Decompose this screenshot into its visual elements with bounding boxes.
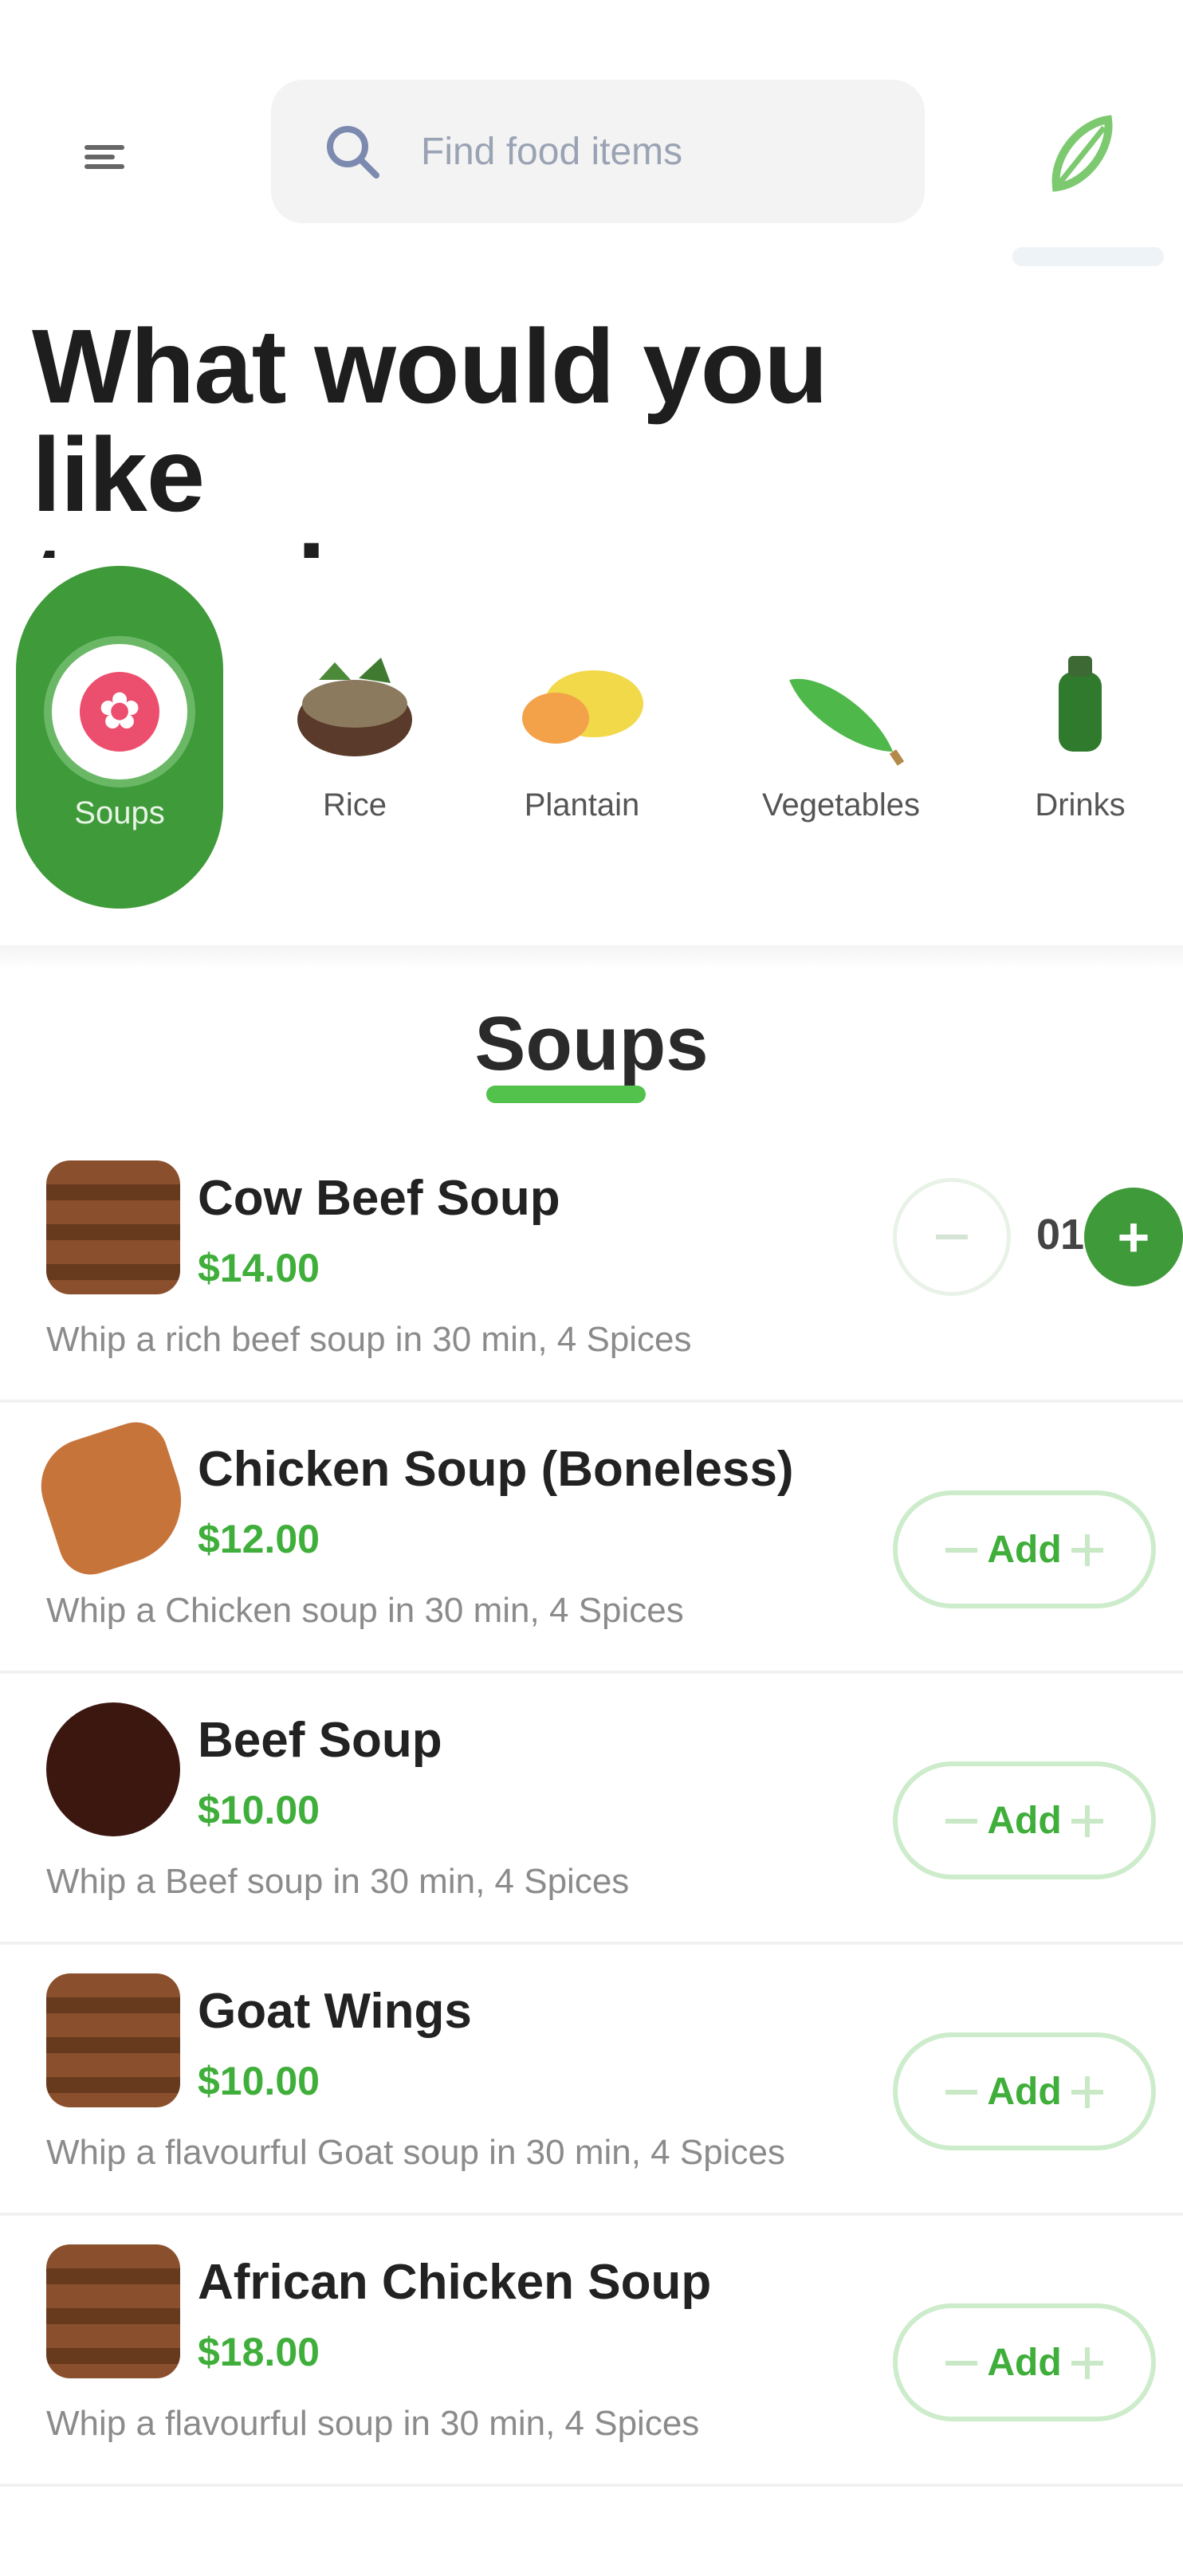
food-thumbnail <box>46 1702 180 1836</box>
add-label: Add <box>987 1799 1062 1842</box>
item-name: Chicken Soup (Boneless) <box>198 1442 794 1497</box>
plus-icon <box>1071 2076 1103 2108</box>
list-item[interactable]: African Chicken Soup $18.00 Whip a flavo… <box>0 2216 1183 2487</box>
green-vegetable-icon <box>769 644 913 772</box>
minus-icon <box>945 2090 977 2095</box>
food-thumbnail <box>46 1160 180 1294</box>
add-button[interactable]: Add <box>893 2032 1156 2150</box>
category-drinks[interactable]: Drinks <box>988 558 1172 909</box>
category-vegetables[interactable]: Vegetables <box>717 558 965 909</box>
soup-bowl-icon: ✿ <box>52 643 187 779</box>
item-price: $18.00 <box>198 2330 320 2374</box>
category-soups[interactable]: ✿ Soups <box>16 566 223 909</box>
item-description: Whip a flavourful soup in 30 min, 4 Spic… <box>46 2404 700 2443</box>
food-list: Cow Beef Soup $14.00 Whip a rich beef so… <box>0 1132 1183 2487</box>
list-item[interactable]: Chicken Soup (Boneless) $12.00 Whip a Ch… <box>0 1403 1183 1674</box>
category-label: Soups <box>74 795 165 831</box>
add-button[interactable]: Add <box>893 1490 1156 1608</box>
category-rice[interactable]: Rice <box>263 558 446 909</box>
plus-icon <box>1071 1805 1103 1837</box>
decrease-button[interactable] <box>893 1178 1011 1296</box>
category-plantain[interactable]: Plantain <box>486 558 678 909</box>
category-carousel: ✿ Soups Rice Plantain Vegetables Drinks <box>0 558 1183 969</box>
item-price: $10.00 <box>198 1788 320 1832</box>
food-thumbnail <box>46 1973 180 2107</box>
item-name: Cow Beef Soup <box>198 1171 560 1226</box>
item-description: Whip a rich beef soup in 30 min, 4 Spice… <box>46 1320 692 1359</box>
plus-icon: + <box>1117 1206 1150 1268</box>
item-name: Beef Soup <box>198 1713 442 1768</box>
category-label: Plantain <box>524 787 640 823</box>
drink-bottle-icon <box>1008 644 1152 772</box>
minus-icon <box>945 1819 977 1824</box>
menu-icon <box>84 145 124 169</box>
category-label: Rice <box>322 787 387 823</box>
item-description: Whip a Chicken soup in 30 min, 4 Spices <box>46 1591 684 1630</box>
item-description: Whip a flavourful Goat soup in 30 min, 4… <box>46 2133 785 2172</box>
add-label: Add <box>987 2070 1062 2113</box>
list-item[interactable]: Beef Soup $10.00 Whip a Beef soup in 30 … <box>0 1674 1183 1945</box>
minus-icon <box>945 2361 977 2366</box>
item-name: African Chicken Soup <box>198 2255 712 2310</box>
add-label: Add <box>987 2341 1062 2384</box>
menu-button[interactable] <box>45 96 164 215</box>
leaf-basket-icon <box>1051 115 1113 192</box>
category-label: Vegetables <box>762 787 920 823</box>
food-thumbnail <box>29 1414 198 1583</box>
plus-icon <box>1071 1534 1103 1566</box>
item-name: Goat Wings <box>198 1984 472 2039</box>
plantain-icon <box>510 644 654 772</box>
minus-icon <box>945 1548 977 1553</box>
top-bar <box>0 0 1183 295</box>
section-underline <box>486 1086 646 1103</box>
list-item[interactable]: Cow Beef Soup $14.00 Whip a rich beef so… <box>0 1132 1183 1403</box>
basket-button[interactable] <box>1012 88 1148 223</box>
item-price: $10.00 <box>198 2059 320 2103</box>
rice-bowl-icon <box>283 644 426 772</box>
add-label: Add <box>987 1528 1062 1571</box>
search-input[interactable] <box>421 129 867 174</box>
search-icon <box>327 126 379 179</box>
basket-indicator <box>1012 247 1164 266</box>
search-bar[interactable] <box>271 80 925 223</box>
add-button[interactable]: Add <box>893 1761 1156 1879</box>
section-title: Soups <box>474 1001 709 1086</box>
increase-button[interactable]: + <box>1084 1188 1183 1286</box>
page-title-line-1: What would you like <box>32 308 828 533</box>
category-label: Drinks <box>1035 787 1126 823</box>
item-price: $14.00 <box>198 1246 320 1290</box>
list-item[interactable]: Goat Wings $10.00 Whip a flavourful Goat… <box>0 1945 1183 2216</box>
add-button[interactable]: Add <box>893 2303 1156 2421</box>
item-price: $12.00 <box>198 1517 320 1561</box>
food-thumbnail <box>46 2244 180 2378</box>
plus-icon <box>1071 2347 1103 2379</box>
item-description: Whip a Beef soup in 30 min, 4 Spices <box>46 1862 630 1901</box>
quantity-stepper: 01 + <box>893 1178 1183 1296</box>
